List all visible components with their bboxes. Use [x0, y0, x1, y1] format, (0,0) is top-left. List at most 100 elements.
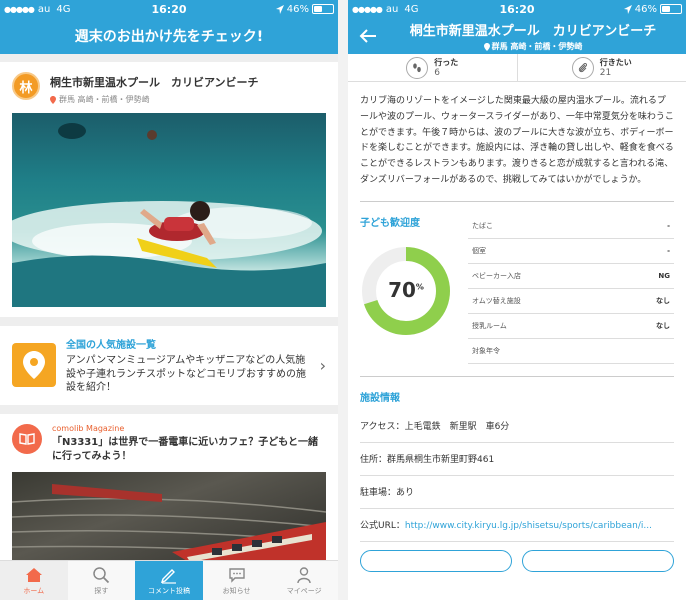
detail-screen: ●●●●● au 4G 16:20 46% 桐生市新里温水プール カリビアンビー…	[348, 0, 686, 600]
kid-row-label: 個室	[472, 246, 486, 255]
magazine-label: comolib Magazine	[52, 423, 125, 433]
magazine-card[interactable]: comolib Magazine 「N3331」は世界で一番電車に近いカフェ？子…	[0, 414, 338, 472]
pin-icon	[483, 42, 490, 51]
want-label: 行きたい	[599, 58, 632, 67]
parking-value: あり	[396, 487, 415, 498]
tab-search[interactable]: 探す	[68, 561, 136, 600]
place-card[interactable]: 林 桐生市新里温水プール カリビアンビーチ 群馬 高崎・前橋・伊勢崎	[0, 62, 338, 317]
kid-welcome-unit: %	[415, 281, 424, 291]
went-button[interactable]: 行った 6	[348, 54, 518, 81]
screen-gap	[338, 0, 348, 600]
kid-row-label: 対象年令	[472, 346, 500, 355]
surf-photo[interactable]	[12, 113, 326, 307]
kid-row-value: -	[667, 246, 670, 255]
kid-welcome-value: 70	[388, 277, 416, 302]
kid-row-value: なし	[656, 321, 670, 330]
parking-row: 駐車場：あり	[360, 476, 674, 509]
back-arrow-icon[interactable]	[358, 26, 378, 46]
signal-icon: ●●●●●	[4, 4, 35, 14]
kid-welcome-title: 子ども歓迎度	[360, 217, 420, 229]
kid-welcome-gauge: 70%	[360, 245, 452, 337]
search-icon	[93, 566, 110, 583]
status-bar: ●●●●● au 4G 16:20 46%	[0, 0, 338, 18]
kid-row-label: 授乳ルーム	[472, 321, 507, 330]
address-value: 群馬県桐生市新里町野461	[387, 454, 495, 465]
stats-bar: 行った 6 行きたい 21	[348, 54, 686, 82]
feed-spacer	[0, 54, 338, 62]
carrier-label: au	[37, 3, 51, 15]
tab-notices[interactable]: お知らせ	[203, 561, 271, 600]
kid-welcome-table: たばこ - 個室 - ベビーカー入店 NG オムツ替え施設 なし 授乳ルーム なし 対象年…	[468, 214, 674, 364]
action-buttons	[348, 542, 686, 580]
kid-row-label: たばこ	[472, 221, 493, 230]
detail-title: 桐生市新里温水プール カリビアンビーチ	[409, 24, 657, 39]
paperclip-icon	[571, 56, 594, 79]
status-bar: ●●●●● au 4G 16:20 46%	[348, 0, 686, 18]
kid-row-value: -	[667, 221, 670, 230]
action-button-right[interactable]	[522, 549, 674, 572]
tab-search-label: 探す	[94, 586, 109, 595]
network-label: 4G	[404, 3, 419, 15]
kid-row-label: ベビーカー入店	[472, 271, 521, 280]
battery-percent: 46%	[634, 3, 657, 15]
promo-desc: アンパンマンミュージアムやキッザニアなどの人気施設や子連れランチスポットなどコモ…	[66, 355, 306, 393]
kid-row: ベビーカー入店 NG	[468, 264, 674, 289]
detail-location: 群馬 高崎・前橋・伊勢崎	[491, 42, 583, 51]
access-value: 上毛電鉄 新里駅 車6分	[404, 421, 510, 432]
battery-icon	[660, 4, 682, 14]
battery-percent: 46%	[286, 3, 309, 15]
kid-row: たばこ -	[468, 214, 674, 239]
tab-home[interactable]: ホーム	[0, 561, 68, 600]
home-screen: ●●●●● au 4G 16:20 46% 週末のお出かけ先をチェック! 林 桐…	[0, 0, 338, 600]
place-avatar: 林	[12, 72, 40, 100]
tab-mypage-label: マイページ	[286, 586, 322, 595]
signal-icon: ●●●●●	[352, 4, 383, 14]
chevron-right-icon: ›	[319, 355, 326, 375]
access-label: アクセス：	[360, 421, 405, 432]
header: 週末のお出かけ先をチェック!	[0, 18, 338, 54]
footprints-icon	[406, 56, 429, 79]
facility-info-title: 施設情報	[360, 392, 400, 404]
kid-row-label: オムツ替え施設	[472, 296, 521, 305]
pin-icon	[50, 95, 56, 104]
address-label: 住所：	[360, 454, 388, 465]
screens: ●●●●● au 4G 16:20 46% 週末のお出かけ先をチェック! 林 桐…	[0, 0, 686, 600]
section-divider	[0, 317, 338, 326]
kid-row: 個室 -	[468, 239, 674, 264]
location-arrow-icon	[623, 4, 632, 14]
kid-row: 授乳ルーム なし	[468, 314, 674, 339]
train-photo[interactable]	[12, 471, 326, 570]
url-row: 公式URL：http://www.city.kiryu.lg.jp/shiset…	[360, 509, 674, 542]
network-label: 4G	[56, 3, 71, 15]
promo-banner[interactable]: 全国の人気施設一覧 アンパンマンミュージアムやキッザニアなどの人気施設や子連れラ…	[0, 326, 338, 405]
want-button[interactable]: 行きたい 21	[518, 54, 686, 81]
kid-row-value: NG	[658, 271, 670, 280]
tab-bar: ホーム 探す コメント投稿 お知らせ マイページ	[0, 560, 338, 600]
home-icon	[25, 567, 42, 582]
book-icon	[12, 423, 42, 454]
location-arrow-icon	[275, 4, 284, 14]
kid-row: オムツ替え施設 なし	[468, 289, 674, 314]
want-count: 21	[599, 68, 612, 78]
place-name[interactable]: 桐生市新里温水プール カリビアンビーチ	[50, 74, 259, 90]
section-divider	[0, 404, 338, 414]
official-url-link[interactable]: http://www.city.kiryu.lg.jp/shisetsu/spo…	[405, 521, 652, 531]
chat-icon	[228, 567, 245, 583]
tab-mypage[interactable]: マイページ	[270, 561, 338, 600]
went-label: 行った	[434, 58, 459, 67]
magazine-title[interactable]: 「N3331」は世界で一番電車に近いカフェ？子どもと一緒に行ってみよう！	[52, 436, 326, 464]
tab-notices-label: お知らせ	[222, 586, 251, 595]
battery-icon	[312, 4, 334, 14]
tab-home-label: ホーム	[23, 586, 45, 595]
person-icon	[297, 566, 311, 583]
tab-post[interactable]: コメント投稿	[135, 561, 203, 600]
action-button-left[interactable]	[360, 549, 512, 572]
kid-row-value: なし	[656, 296, 670, 305]
promo-title: 全国の人気施設一覧	[66, 340, 156, 351]
place-location: 群馬 高崎・前橋・伊勢崎	[59, 95, 150, 104]
went-count: 6	[434, 68, 440, 78]
description: カリブ海のリゾートをイメージした関東最大級の屋内温水プール。流れるプールや波のプ…	[360, 96, 674, 185]
kid-row: 対象年令	[468, 339, 674, 364]
access-row: アクセス：上毛電鉄 新里駅 車6分	[360, 410, 674, 443]
header-title: 週末のお出かけ先をチェック!	[74, 29, 264, 45]
